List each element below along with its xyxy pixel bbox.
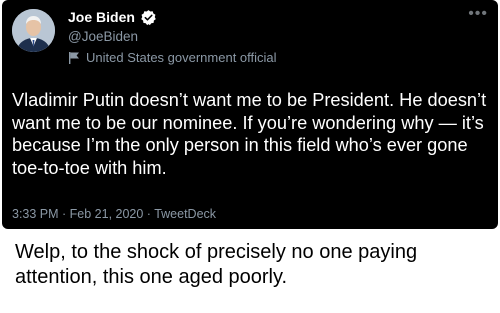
tweet-card[interactable]: Joe Biden @JoeBiden United States govern… <box>2 0 498 229</box>
verified-badge-icon <box>140 9 157 26</box>
display-name-text[interactable]: Joe Biden <box>68 9 135 26</box>
government-label-text: United States government official <box>86 50 277 65</box>
avatar[interactable] <box>12 9 55 52</box>
tweet-timestamp[interactable]: 3:33 PM · Feb 21, 2020 · TweetDeck <box>12 207 216 222</box>
flag-icon <box>68 51 80 64</box>
more-horizontal-icon[interactable]: ••• <box>468 6 488 22</box>
caption-text: Welp, to the shock of precisely no one p… <box>15 241 418 288</box>
tweet-text: Vladimir Putin doesn’t want me to be Pre… <box>12 90 487 178</box>
handle[interactable]: @JoeBiden <box>68 28 138 45</box>
government-label: United States government official <box>68 49 277 66</box>
display-name[interactable]: Joe Biden <box>68 9 157 26</box>
